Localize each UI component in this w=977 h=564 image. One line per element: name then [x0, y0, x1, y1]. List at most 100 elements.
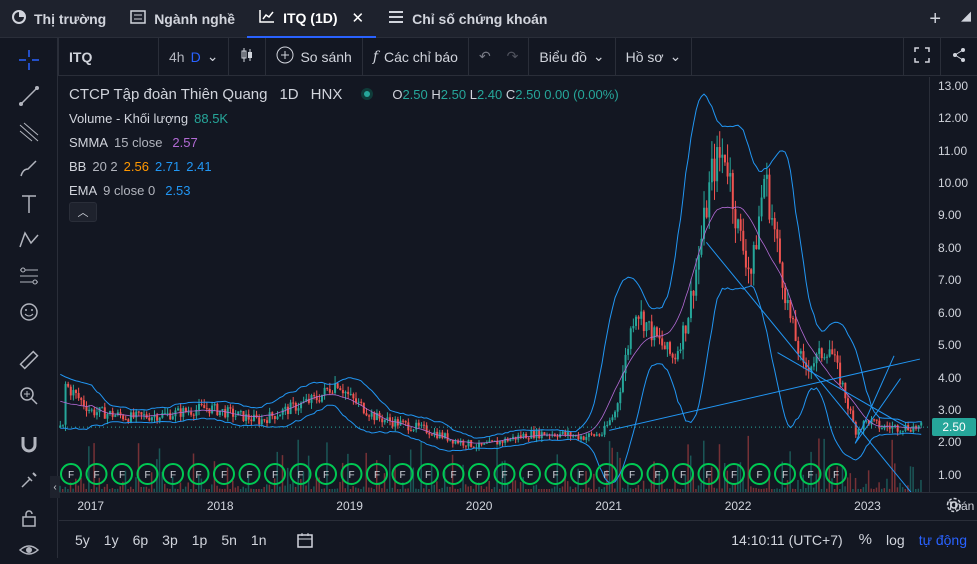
trend-line-icon[interactable]	[15, 82, 43, 110]
time-tick-label: 2020	[465, 499, 493, 513]
profile-button[interactable]: Hồ sơ ⌄	[616, 37, 693, 76]
time-axis[interactable]: 2017 2018 2019 2020 2021 2022 2023 Thán	[59, 492, 977, 520]
candle-body	[642, 311, 645, 332]
tab-industry[interactable]: Ngành nghề	[118, 0, 247, 38]
volume-bar	[909, 466, 912, 492]
range-3p[interactable]: 3p	[162, 532, 178, 548]
candle-body	[483, 443, 486, 445]
candle-body	[192, 414, 195, 416]
tab-itq[interactable]: ITQ (1D) ✕	[247, 0, 377, 38]
candle-body	[279, 414, 282, 417]
text-icon[interactable]	[15, 190, 43, 218]
lock-draw-icon[interactable]	[15, 466, 43, 494]
indicators-label: Các chỉ báo	[384, 48, 458, 65]
pattern-icon[interactable]	[15, 226, 43, 254]
candle-body	[430, 434, 433, 436]
redo-icon[interactable]: ↷	[507, 48, 519, 65]
candle-body	[682, 325, 685, 350]
brush-icon[interactable]	[15, 154, 43, 182]
range-5y[interactable]: 5y	[75, 532, 90, 548]
event-marker: F	[111, 463, 133, 485]
candle-body	[404, 421, 407, 423]
event-marker-label: F	[756, 470, 762, 481]
tab-label: Chỉ số chứng khoán	[412, 10, 548, 27]
candle-body	[352, 393, 355, 399]
range-1n[interactable]: 1n	[251, 532, 267, 548]
volume-bar	[512, 481, 514, 492]
price-tick-label: 8.00	[938, 240, 962, 255]
candle-body	[525, 433, 528, 439]
chart-type-button[interactable]: Biểu đồ ⌄	[529, 37, 616, 76]
event-marker-label: F	[68, 470, 74, 481]
candle-body	[648, 321, 651, 323]
candle-body	[88, 409, 91, 411]
range-1y[interactable]: 1y	[104, 532, 119, 548]
crosshair-icon[interactable]	[15, 46, 43, 74]
interval-select[interactable]: 4h D ⌄	[159, 37, 230, 76]
candle-body	[752, 245, 755, 274]
share-button[interactable]	[941, 38, 977, 76]
candle-body	[873, 419, 876, 421]
volume-bar	[75, 478, 77, 492]
close-icon[interactable]: ✕	[352, 9, 365, 27]
smiley-icon[interactable]	[15, 298, 43, 326]
candle-body	[383, 419, 386, 423]
log-toggle[interactable]: log	[886, 532, 905, 548]
candle-body	[260, 419, 263, 425]
tab-market[interactable]: Thị trường	[0, 0, 118, 38]
event-marker-label: F	[170, 470, 176, 481]
candle-body	[344, 391, 347, 394]
prediction-icon[interactable]	[15, 262, 43, 290]
market-status-icon	[360, 87, 374, 101]
eye-icon[interactable]	[15, 536, 43, 564]
range-5n[interactable]: 5n	[221, 532, 237, 548]
range-1p[interactable]: 1p	[192, 532, 208, 548]
add-tab-icon[interactable]: +	[929, 8, 941, 31]
event-marker: F	[621, 463, 643, 485]
price-axis[interactable]: 13.00 12.00 11.00 10.00 9.00 8.00 7.00 6.00 5.00…	[929, 77, 977, 492]
tab-index[interactable]: Chỉ số chứng khoán	[376, 0, 559, 38]
undo-icon[interactable]: ↶	[479, 48, 491, 65]
candle-body	[501, 440, 504, 443]
candle-body	[587, 433, 590, 438]
candle-body	[608, 420, 611, 425]
candle-body	[69, 386, 72, 396]
candle-body	[755, 245, 758, 250]
magnet-icon[interactable]	[15, 430, 43, 458]
candle-body	[794, 318, 797, 341]
legend-collapse-button[interactable]: ︿	[69, 202, 97, 222]
candle-body	[849, 408, 852, 411]
auto-scale-toggle[interactable]: tự động	[919, 532, 967, 548]
indicators-button[interactable]: f Các chỉ báo	[363, 37, 469, 76]
zoom-in-icon[interactable]	[15, 382, 43, 410]
lock-icon[interactable]	[15, 504, 43, 532]
clock-time[interactable]: 14:10:11 (UTC+7)	[731, 532, 842, 548]
volume-bar	[737, 465, 739, 492]
fullscreen-button[interactable]	[903, 37, 941, 76]
candle-style-button[interactable]	[229, 37, 267, 76]
chart-type-label: Biểu đồ	[539, 48, 587, 65]
symbol-search[interactable]: ITQ	[59, 37, 159, 76]
candle-body	[187, 411, 190, 413]
event-marker: F	[315, 463, 337, 485]
calendar-icon[interactable]	[296, 531, 314, 549]
candle-body	[491, 440, 494, 442]
ruler-icon[interactable]	[15, 346, 43, 374]
candle-body	[412, 429, 415, 431]
candle-body	[765, 174, 768, 179]
candle-body	[407, 422, 410, 431]
candle-body	[734, 209, 737, 229]
volume-bar	[389, 454, 391, 492]
range-6p[interactable]: 6p	[133, 532, 149, 548]
percent-toggle[interactable]: %	[859, 531, 872, 548]
trendline-channel-upper	[705, 242, 912, 492]
candle-body	[106, 413, 109, 419]
time-tick-label: 2017	[77, 499, 105, 513]
event-marker-label: F	[323, 470, 329, 481]
tab-menu-icon[interactable]: ◢	[961, 8, 971, 24]
fib-icon[interactable]	[15, 118, 43, 146]
volume-value: 88.5K	[194, 110, 229, 126]
compare-button[interactable]: So sánh	[266, 37, 363, 76]
candle-body	[137, 411, 140, 413]
candle-body	[632, 325, 635, 329]
